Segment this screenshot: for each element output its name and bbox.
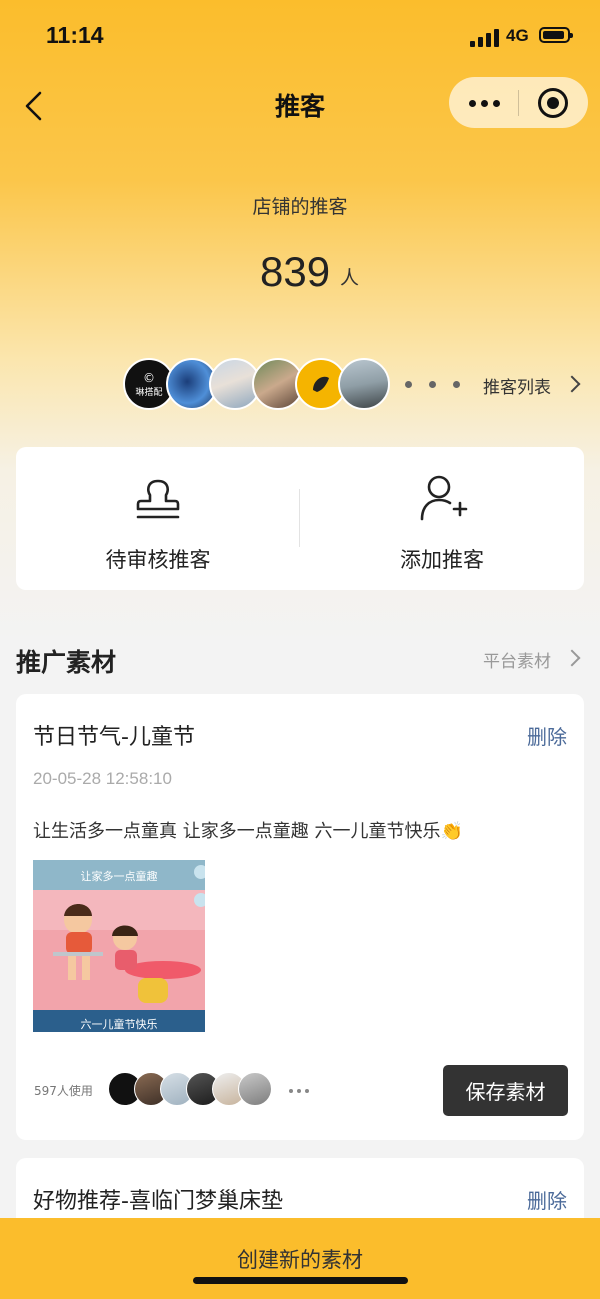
avatar: [338, 358, 390, 410]
material-title: 好物推荐-喜临门梦巢床垫: [33, 1189, 283, 1214]
platform-materials-label: 平台素材: [483, 652, 551, 672]
more-dots-icon: [289, 1089, 311, 1093]
battery-icon: [539, 27, 573, 43]
material-text: 让生活多一点童真 让家多一点童趣 六一儿童节快乐👏: [33, 821, 463, 842]
save-material-button[interactable]: 保存素材: [443, 1065, 568, 1116]
image-bottom-text: 六一儿童节快乐: [81, 1017, 158, 1031]
mini-program-capsule: [449, 77, 588, 128]
add-user-icon: [420, 475, 468, 521]
promoter-unit: 人: [340, 267, 360, 289]
usage-count: 597人使用: [34, 1084, 93, 1098]
more-dots-icon: [405, 381, 465, 389]
material-title: 节日节气-儿童节: [33, 725, 195, 750]
delete-button[interactable]: 删除: [527, 1185, 567, 1214]
promoter-list-label: 推客列表: [483, 378, 551, 398]
pending-review-label: 待审核推客: [105, 548, 211, 572]
status-bar: 11:14 4G: [0, 0, 600, 70]
material-card: 节日节气-儿童节 删除 20-05-28 12:58:10 让生活多一点童真 让…: [16, 694, 584, 1140]
create-material-button[interactable]: 创建新的素材: [0, 1218, 600, 1299]
pending-review-button[interactable]: 待审核推客: [16, 447, 300, 590]
more-options-button[interactable]: [469, 100, 501, 107]
image-top-text: 让家多一点童趣: [81, 869, 158, 883]
avatar-brand-text: 琳搭配: [135, 387, 163, 398]
delete-button[interactable]: 删除: [527, 721, 567, 750]
stats-label: 店铺的推客: [252, 196, 348, 218]
section-title: 推广素材: [16, 648, 117, 677]
promoter-avatars[interactable]: © 琳搭配: [123, 358, 403, 410]
add-promoter-label: 添加推客: [400, 548, 484, 572]
close-miniprogram-button[interactable]: [538, 88, 568, 118]
stamp-icon: [136, 479, 180, 519]
chevron-right-icon: [563, 649, 581, 667]
signal-icon: [470, 27, 500, 47]
material-image[interactable]: 让家多一点童趣 六一儿童节快乐: [33, 860, 205, 1032]
network-label: 4G: [506, 26, 529, 45]
material-time: 20-05-28 12:58:10: [33, 769, 172, 788]
status-time: 11:14: [46, 22, 104, 48]
add-promoter-button[interactable]: 添加推客: [300, 447, 584, 590]
create-material-label: 创建新的素材: [237, 1248, 363, 1272]
promoter-count: 839: [260, 248, 331, 295]
avatar: [238, 1072, 272, 1106]
promoter-actions-card: 待审核推客 添加推客: [16, 447, 584, 590]
home-indicator: [193, 1277, 408, 1284]
